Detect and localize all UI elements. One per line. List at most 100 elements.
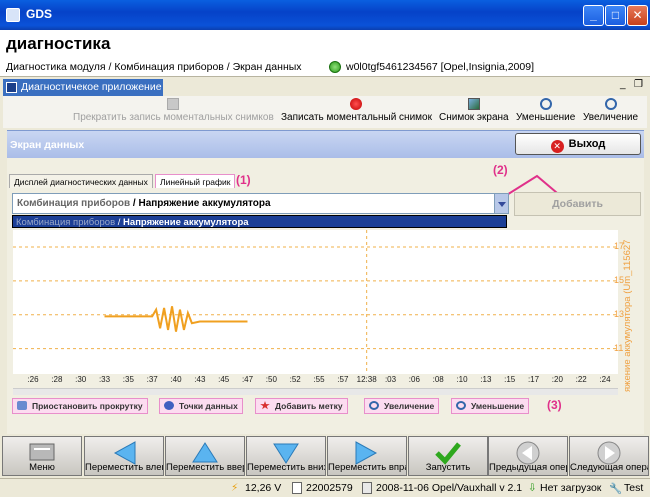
star-icon [260, 401, 270, 410]
x-tick-7: :43 [194, 375, 206, 384]
tab-data-display[interactable]: Дисплей диагностических данных [9, 174, 153, 188]
pause-scroll-button[interactable]: Приостановить прокрутку [12, 398, 148, 414]
app-tab-bar: Диагностичекое приложение _ ❐ [0, 76, 650, 97]
move-right-button[interactable]: Переместить вправо [327, 436, 407, 476]
menu-button[interactable]: Меню [2, 436, 82, 476]
zoom-in-icon [369, 401, 379, 410]
x-tick-16: :06 [408, 375, 420, 384]
page-title: диагностика [6, 34, 111, 53]
data-screen: Дисплей диагностических данных Линейный … [7, 158, 644, 434]
tab-restore-icon[interactable]: ❐ [634, 79, 643, 90]
window-title: GDS [26, 7, 53, 21]
vehicle-info: w0l0tgf5461234567 [Opel,Insignia,2009] [346, 61, 534, 73]
graph-zoom-out-button[interactable]: Уменьшение [451, 398, 530, 414]
x-tick-2: :30 [75, 375, 87, 384]
breadcrumb: Диагностика модуля / Комбинация приборов… [6, 61, 302, 73]
panel-title: Экран данных [10, 139, 85, 151]
download-status: Нет загрузок [540, 482, 602, 494]
zoom-out-icon [456, 401, 466, 410]
x-tick-12: :55 [313, 375, 325, 384]
zoom-in-icon [604, 98, 617, 110]
bottom-nav: Меню Переместить влево Переместить вверх… [0, 434, 650, 478]
x-tick-11: :52 [289, 375, 301, 384]
screenshot-button[interactable]: Снимок экрана [439, 98, 509, 123]
toolbar: Прекратить запись моментальных снимков З… [3, 96, 647, 128]
battery-voltage: 12,26 V [245, 482, 282, 494]
x-tick-1: :28 [51, 375, 63, 384]
x-tick-10: :50 [265, 375, 277, 384]
tab-minimize-icon[interactable]: _ [620, 79, 626, 90]
x-tick-23: :22 [575, 375, 587, 384]
x-tick-9: :47 [241, 375, 254, 384]
x-tick-19: :13 [480, 375, 492, 384]
next-operation-button[interactable]: Следующая операция [569, 436, 649, 476]
add-signal-button[interactable]: Добавить [514, 192, 641, 216]
tab-diagnostic-app[interactable]: Диагностичекое приложение [3, 79, 163, 97]
tab-line-graph[interactable]: Линейный график [155, 174, 236, 188]
pause-icon [17, 401, 27, 410]
x-tick-8: :45 [218, 375, 230, 384]
stop-icon [167, 98, 180, 110]
dropdown-arrow-icon[interactable] [494, 194, 508, 213]
zoom-in-button[interactable]: Увеличение [583, 98, 638, 123]
add-mark-button[interactable]: Добавить метку [255, 398, 348, 414]
close-button[interactable]: ✕ [627, 5, 648, 26]
title-bar: GDS _ □ ✕ [0, 0, 650, 30]
x-axis: :26 :28 :30 :33 :35 :37 :40 :43 :45 :47 :50 :52 :55:… [13, 374, 618, 386]
x-tick-5: :37 [146, 375, 158, 384]
minimize-button[interactable]: _ [583, 5, 604, 26]
annotation-1: (1) [236, 173, 251, 187]
zoom-out-icon [539, 98, 552, 110]
x-tick-24: :24 [599, 375, 611, 384]
x-tick-4: :35 [122, 375, 134, 384]
panel-header: Экран данных ✕ Выход [7, 130, 644, 158]
record-icon [350, 98, 363, 110]
menu-icon [29, 443, 55, 461]
signal-select[interactable]: Комбинация приборов / Напряжение аккумул… [12, 193, 509, 214]
version-info: 2008-11-06 Opel/Vauxhall v 2.1 [376, 482, 523, 494]
move-down-button[interactable]: Переместить вниз [246, 436, 326, 476]
session-id: 22002579 [306, 482, 353, 494]
move-up-button[interactable]: Переместить вверх [165, 436, 245, 476]
x-tick-13: :57 [337, 375, 349, 384]
wrench-icon: 🔧 [609, 483, 623, 495]
x-tick-14: 12:38 [356, 375, 377, 384]
app-tab-icon [6, 82, 17, 93]
status-bar: ⚡ 12,26 V 22002579 2008-11-06 Opel/Vauxh… [0, 478, 650, 497]
x-tick-20: :15 [504, 375, 516, 384]
mode-label: Test [624, 482, 644, 494]
graph-zoom-in-button[interactable]: Увеличение [364, 398, 440, 414]
x-tick-21: :17 [527, 375, 540, 384]
maximize-button[interactable]: □ [605, 5, 626, 26]
zoom-out-button[interactable]: Уменьшение [516, 98, 575, 123]
record-snapshot-button[interactable]: Записать моментальный снимок [281, 98, 432, 123]
data-points-button[interactable]: Точки данных [159, 398, 243, 414]
prev-operation-button[interactable]: Предыдущая операция [488, 436, 568, 476]
y-axis-label: яжение аккумулятора (Um_115627 [622, 239, 633, 392]
start-button[interactable]: Запустить [408, 436, 488, 476]
stop-snapshot-button[interactable]: Прекратить запись моментальных снимков [73, 98, 274, 123]
exit-icon: ✕ [550, 140, 564, 153]
x-tick-22: :20 [551, 375, 563, 384]
line-graph-svg [13, 230, 618, 374]
annotation-3: (3) [547, 398, 562, 412]
camera-icon [467, 98, 480, 110]
id-icon [292, 482, 302, 494]
app-icon [6, 8, 20, 22]
x-tick-18: :10 [456, 375, 468, 384]
x-tick-15: :03 [384, 375, 397, 384]
series-line-0 [104, 306, 248, 332]
version-icon [362, 482, 372, 494]
points-icon [164, 401, 174, 410]
x-tick-3: :33 [98, 375, 111, 384]
download-icon: ⇩ [528, 482, 537, 494]
signal-option[interactable]: Комбинация приборов / Напряжение аккумул… [12, 215, 507, 228]
move-left-button[interactable]: Переместить влево [84, 436, 164, 476]
line-graph [13, 230, 618, 374]
x-tick-17: :08 [432, 375, 444, 384]
x-tick-0: :26 [27, 375, 39, 384]
page-header: диагностика Диагностика модуля / Комбина… [0, 30, 650, 76]
exit-button[interactable]: ✕ Выход [515, 133, 641, 155]
x-tick-6: :40 [170, 375, 182, 384]
horizontal-scrollbar[interactable] [13, 388, 618, 395]
